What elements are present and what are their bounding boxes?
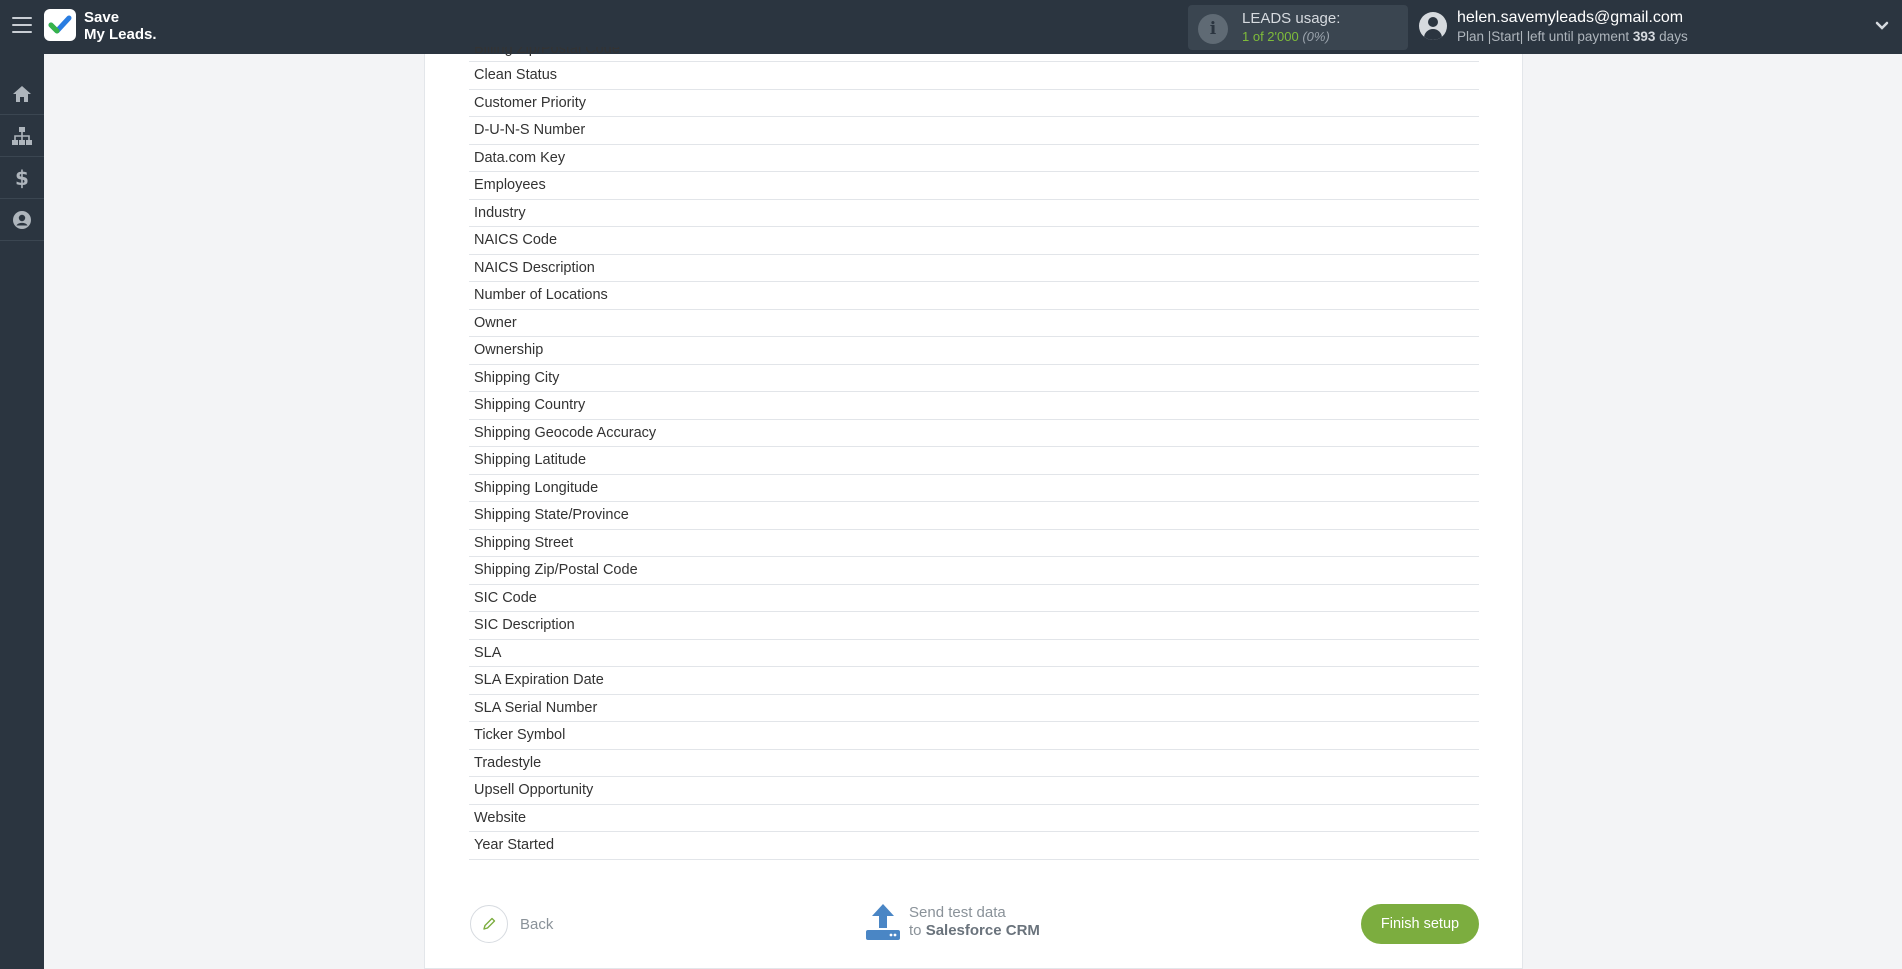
send-target: Salesforce CRM [925, 922, 1040, 939]
back-button[interactable]: Back [470, 905, 553, 943]
field-row[interactable]: Tradestyle [469, 750, 1479, 777]
field-row[interactable]: Ownership [469, 337, 1479, 365]
field-row[interactable]: Billing Zip/Postal Code [469, 47, 1479, 62]
field-row[interactable]: Shipping Zip/Postal Code [469, 557, 1479, 585]
send-line1: Send test data [909, 904, 1006, 921]
logo-line2: My Leads. [84, 26, 157, 43]
info-icon: i [1198, 14, 1228, 44]
field-row[interactable]: Owner [469, 310, 1479, 337]
field-row[interactable]: Website [469, 805, 1479, 832]
send-to: to [909, 922, 922, 939]
pencil-icon [470, 905, 508, 943]
field-list: Billing Zip/Postal Code Clean Status Custo… [469, 47, 1479, 860]
field-row[interactable]: Ticker Symbol [469, 722, 1479, 750]
top-bar: Save My Leads. i LEADS usage: 1 of 2'000… [0, 0, 1902, 54]
field-row[interactable]: D-U-N-S Number [469, 117, 1479, 145]
field-row[interactable]: Shipping Street [469, 530, 1479, 557]
upload-icon [866, 904, 900, 940]
field-row[interactable]: Shipping Geocode Accuracy [469, 420, 1479, 447]
field-list-card: Billing Zip/Postal Code Clean Status Custo… [424, 47, 1523, 969]
dollar-icon[interactable]: $ [0, 158, 44, 199]
field-row[interactable]: SLA Expiration Date [469, 667, 1479, 695]
field-row[interactable]: Upsell Opportunity [469, 777, 1479, 805]
field-row[interactable]: Employees [469, 172, 1479, 200]
menu-icon[interactable] [12, 17, 32, 35]
field-row[interactable]: Shipping Latitude [469, 447, 1479, 475]
user-icon[interactable] [1419, 12, 1447, 40]
home-icon[interactable] [0, 74, 44, 115]
sidebar: $ [0, 54, 44, 969]
svg-text:$: $ [15, 167, 29, 189]
field-row[interactable]: Shipping Longitude [469, 475, 1479, 502]
chevron-down-icon[interactable] [1874, 18, 1890, 34]
plan-info: Plan |Start| left until payment 393 days [1457, 29, 1688, 44]
usage-percent: (0%) [1302, 29, 1330, 44]
field-row[interactable]: Number of Locations [469, 282, 1479, 310]
plan-prefix: Plan |Start| left until payment [1457, 29, 1630, 44]
field-row[interactable]: Year Started [469, 832, 1479, 860]
usage-count: 1 of 2'000 [1242, 29, 1299, 44]
logo-text[interactable]: Save My Leads. [84, 9, 157, 43]
field-row[interactable]: SLA [469, 640, 1479, 667]
plan-suffix: days [1659, 29, 1688, 44]
logo-icon[interactable] [44, 9, 76, 41]
field-row[interactable]: NAICS Description [469, 255, 1479, 282]
logo-line1: Save [84, 9, 120, 26]
finish-setup-button[interactable]: Finish setup [1361, 904, 1479, 944]
field-row[interactable]: Clean Status [469, 62, 1479, 90]
field-row[interactable]: Shipping Country [469, 392, 1479, 420]
field-row[interactable]: NAICS Code [469, 227, 1479, 255]
leads-usage-panel[interactable]: i LEADS usage: 1 of 2'000 (0%) [1188, 5, 1408, 50]
send-test-data-text: Send test data to Salesforce CRM [909, 904, 1040, 940]
sitemap-icon[interactable] [0, 116, 44, 157]
field-row[interactable]: SIC Code [469, 585, 1479, 612]
field-row[interactable]: Data.com Key [469, 145, 1479, 172]
back-label: Back [520, 915, 554, 933]
field-row[interactable]: SIC Description [469, 612, 1479, 640]
user-email[interactable]: helen.savemyleads@gmail.com [1457, 9, 1683, 27]
field-row[interactable]: Industry [469, 200, 1479, 227]
field-row[interactable]: Shipping State/Province [469, 502, 1479, 530]
usage-value: 1 of 2'000 (0%) [1242, 29, 1330, 44]
plan-days: 393 [1632, 29, 1656, 44]
field-row[interactable]: SLA Serial Number [469, 695, 1479, 722]
field-row[interactable]: Shipping City [469, 365, 1479, 392]
send-test-data-button[interactable]: Send test data to Salesforce CRM [865, 903, 1040, 941]
usage-title: LEADS usage: [1242, 10, 1341, 27]
field-row[interactable]: Customer Priority [469, 90, 1479, 117]
account-icon[interactable] [0, 200, 44, 241]
